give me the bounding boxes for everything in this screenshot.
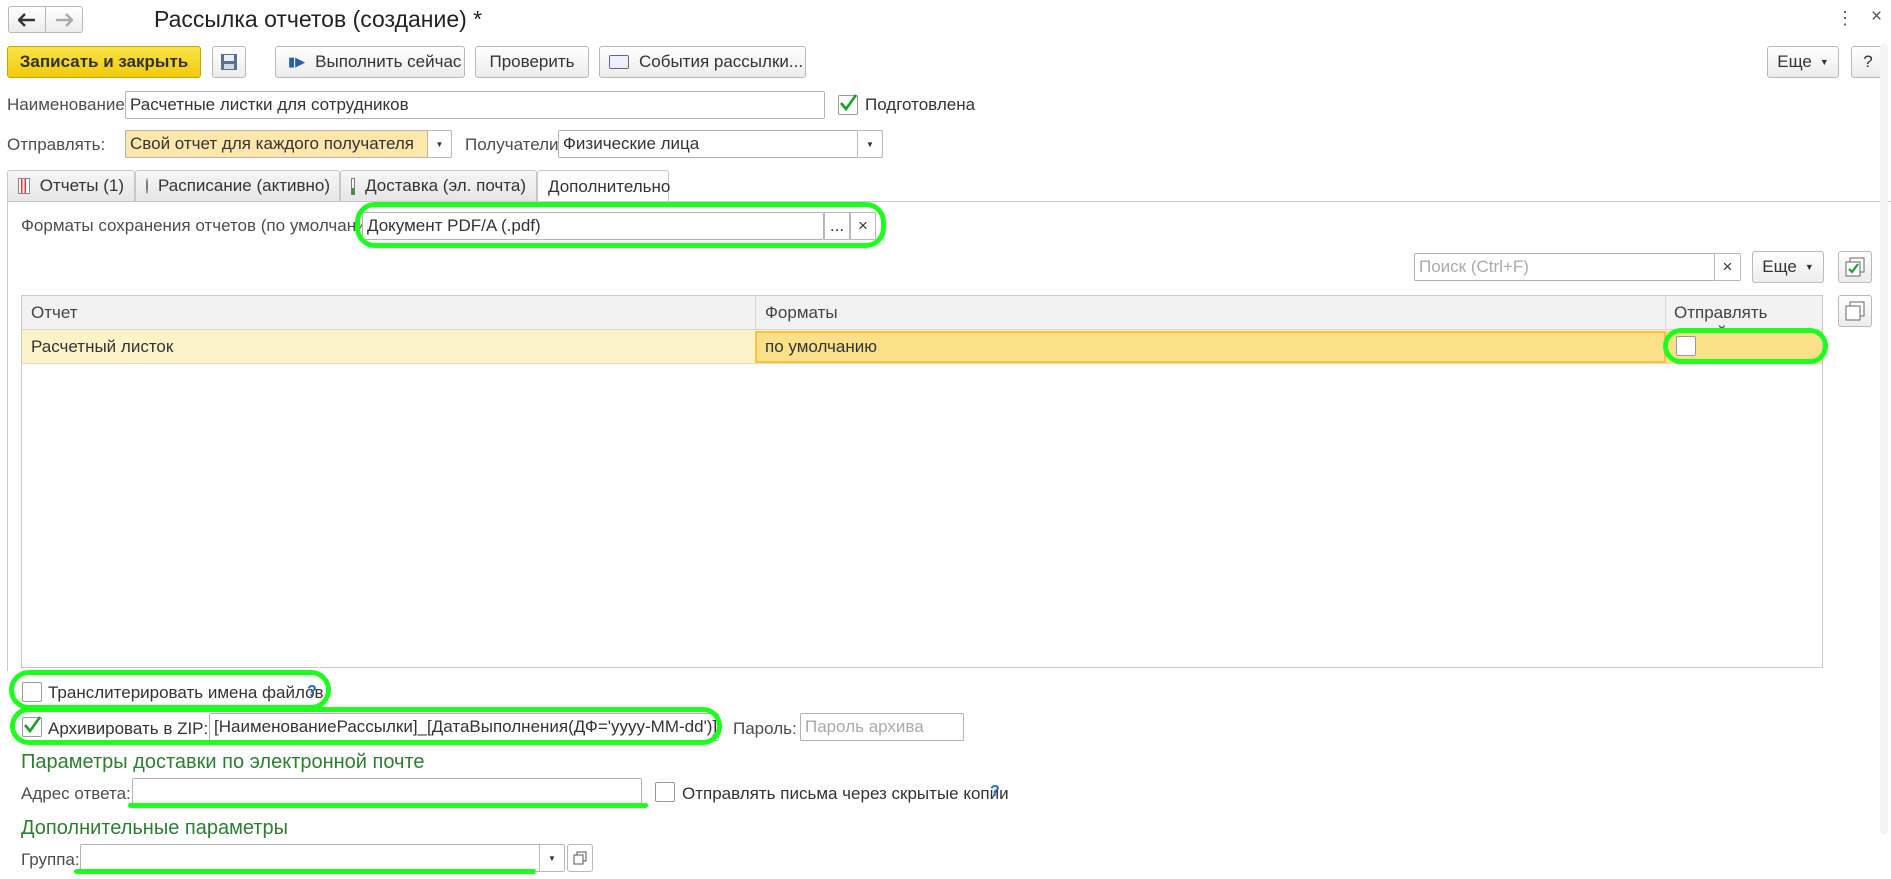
tab-schedule[interactable]: Расписание (активно) xyxy=(135,170,340,201)
recipients-dropdown-button[interactable]: ▼ xyxy=(857,130,883,158)
report-chart-icon xyxy=(18,178,30,194)
close-icon[interactable]: × xyxy=(1871,6,1882,28)
transliterate-highlight xyxy=(9,670,331,710)
more-button[interactable]: Еще ▼ xyxy=(1767,46,1839,78)
checkmark-icon xyxy=(840,94,858,112)
table-header xyxy=(22,296,1822,330)
email-section-title: Параметры доставки по электронной почте xyxy=(21,751,425,773)
search-clear-button[interactable]: × xyxy=(1714,253,1741,281)
send-label: Отправлять: xyxy=(7,135,106,154)
delivery-clipboard-icon xyxy=(351,177,356,195)
uncheck-all-button[interactable] xyxy=(1838,295,1872,327)
chevron-down-icon: ▼ xyxy=(866,139,874,149)
check-all-button[interactable] xyxy=(1838,251,1872,283)
reply-label: Адрес ответа: xyxy=(21,784,131,803)
arrow-right-icon xyxy=(56,12,73,27)
page-title: Рассылка отчетов (создание) * xyxy=(154,6,483,32)
formats-label: Форматы сохранения отчетов (по умолчанию… xyxy=(21,216,389,235)
uncheck-all-icon xyxy=(1845,301,1865,321)
cell-formats[interactable]: по умолчанию xyxy=(755,331,1666,363)
column-divider xyxy=(755,296,756,330)
vertical-scrollbar[interactable] xyxy=(1880,44,1888,834)
events-icon xyxy=(609,55,629,69)
group-dropdown-button[interactable]: ▼ xyxy=(539,844,565,872)
schedule-clock-icon xyxy=(146,178,148,194)
extra-section-title: Дополнительные параметры xyxy=(21,817,288,839)
search-input[interactable]: Поиск (Ctrl+F) xyxy=(1414,253,1716,281)
tab-additional[interactable]: Дополнительно xyxy=(537,170,670,202)
recipients-label: Получатели: xyxy=(465,135,564,154)
reply-underline xyxy=(128,803,648,808)
tab-delivery[interactable]: Доставка (эл. почта) xyxy=(340,170,537,201)
column-header-report[interactable]: Отчет xyxy=(31,303,78,323)
chevron-down-icon: ▼ xyxy=(435,139,444,149)
back-button[interactable] xyxy=(8,6,46,33)
recipients-select[interactable]: Физические лица xyxy=(558,130,883,158)
table-more-button[interactable]: Еще ▼ xyxy=(1752,251,1824,283)
tab-reports[interactable]: Отчеты (1) xyxy=(7,170,135,201)
chevron-down-icon: ▼ xyxy=(1819,57,1829,67)
save-close-button[interactable]: Записать и закрыть xyxy=(7,46,201,78)
column-header-formats[interactable]: Форматы xyxy=(765,303,838,323)
check-button[interactable]: Проверить xyxy=(475,46,589,78)
group-label: Группа: xyxy=(21,850,80,869)
run-now-button[interactable]: ▮▶ Выполнить сейчас xyxy=(275,46,465,78)
group-underline xyxy=(74,869,536,874)
archive-highlight xyxy=(10,707,722,745)
arrow-left-icon xyxy=(18,12,35,27)
name-label: Наименование: xyxy=(7,95,130,114)
bcc-help-icon[interactable]: ? xyxy=(990,783,1000,801)
cell-report[interactable]: Расчетный листок xyxy=(31,337,173,357)
check-all-icon xyxy=(1845,257,1865,277)
run-icon: ▮▶ xyxy=(288,54,306,69)
reply-input[interactable] xyxy=(132,778,642,806)
group-input[interactable] xyxy=(80,844,540,872)
send-dropdown-button[interactable]: ▼ xyxy=(427,130,452,158)
floppy-disk-icon xyxy=(221,54,237,70)
password-label: Пароль: xyxy=(733,719,797,738)
chevron-down-icon: ▼ xyxy=(548,853,556,863)
send-empty-highlight xyxy=(1663,328,1828,364)
open-window-icon xyxy=(573,851,587,865)
bcc-label: Отправлять письма через скрытые копии xyxy=(682,784,1009,803)
column-divider xyxy=(1665,296,1666,330)
events-button[interactable]: События рассылки... xyxy=(599,46,806,78)
reports-table: Отчет Форматы Отправлять пустой Расчетны… xyxy=(21,295,1823,668)
group-open-button[interactable] xyxy=(567,844,593,872)
bcc-checkbox[interactable] xyxy=(655,782,675,802)
prepared-checkbox[interactable] xyxy=(838,94,858,115)
send-select[interactable]: Свой отчет для каждого получателя xyxy=(125,130,452,158)
forward-button[interactable] xyxy=(45,6,83,33)
chevron-down-icon: ▼ xyxy=(1804,262,1814,272)
more-actions-icon[interactable]: ⋮ xyxy=(1836,8,1854,29)
password-input[interactable]: Пароль архива xyxy=(800,713,964,741)
formats-highlight xyxy=(355,202,886,248)
prepared-label: Подготовлена xyxy=(865,95,976,114)
save-button[interactable] xyxy=(212,46,246,78)
name-input[interactable]: Расчетные листки для сотрудников xyxy=(125,91,825,119)
